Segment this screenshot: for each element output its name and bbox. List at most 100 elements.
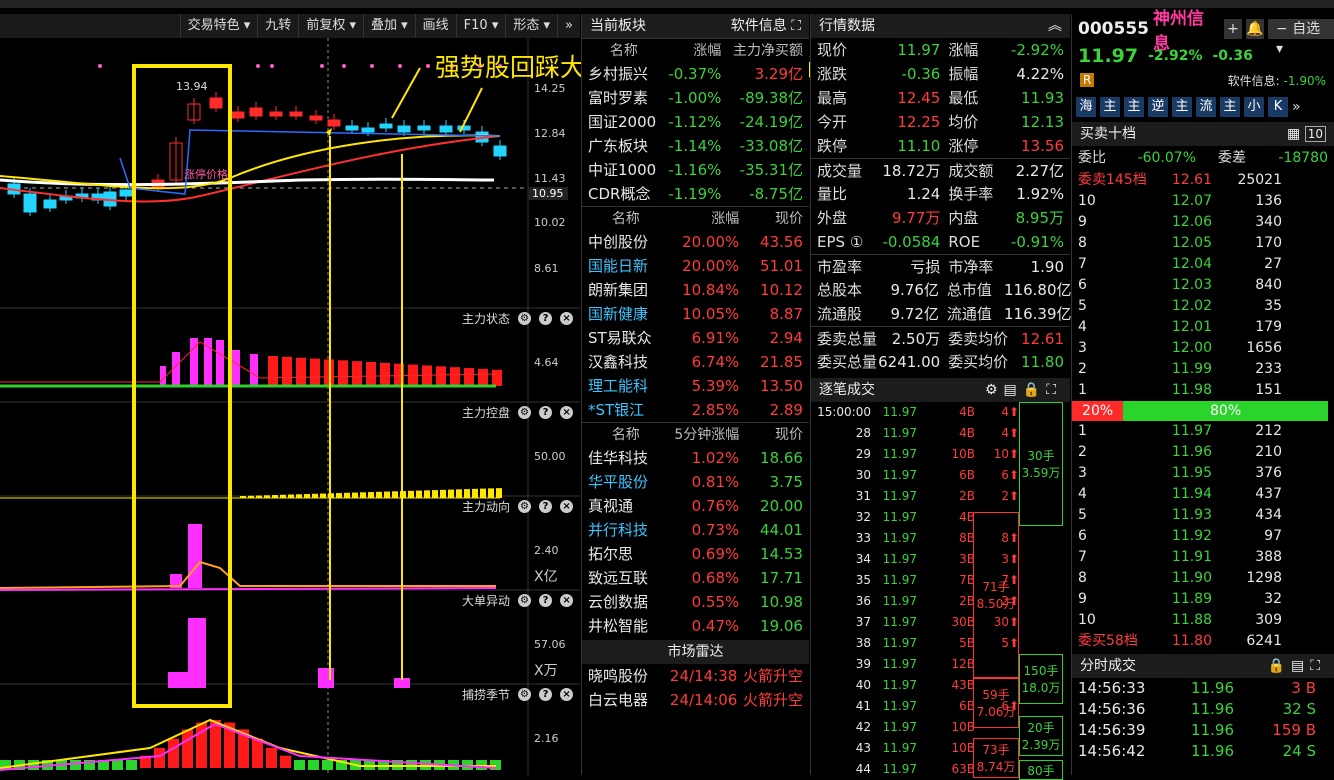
table-row[interactable]: 乡村振兴 -0.37% 3.29亿 (582, 62, 809, 86)
table-row[interactable]: 佳华科技 1.02% 18.66 (582, 446, 809, 470)
list-icon[interactable]: ▤ (1291, 658, 1310, 674)
table-row[interactable]: ST易联众 6.91% 2.94 (582, 326, 809, 350)
book-level-row[interactable]: 1 11.97 212 (1072, 421, 1334, 442)
book-level-row[interactable]: 5 11.93 434 (1072, 505, 1334, 526)
more-icon[interactable]: » (1292, 99, 1301, 115)
book-level-row[interactable]: 4 11.94 437 (1072, 484, 1334, 505)
expand-icon[interactable]: ⛶ (1046, 382, 1062, 398)
table-row[interactable]: 国证2000 -1.12% -24.19亿 (582, 110, 809, 134)
close-icon[interactable]: × (560, 688, 574, 701)
table-row[interactable]: 晓鸣股份 24/14:38 火箭升空 (582, 664, 809, 688)
table-row[interactable]: 致远互联 0.68% 17.71 (582, 566, 809, 590)
help-icon[interactable]: ? (539, 500, 553, 513)
toolbar-item[interactable]: 形态 ▾ (505, 14, 557, 38)
function-tab[interactable]: 主 (1172, 97, 1192, 117)
close-icon[interactable]: × (560, 500, 574, 513)
table-row[interactable]: *ST银江 2.85% 2.89 (582, 398, 809, 422)
function-tab[interactable]: 海 (1076, 97, 1096, 117)
table-row[interactable]: 井松智能 0.47% 19.06 (582, 614, 809, 638)
table-row[interactable]: 国新健康 10.05% 8.87 (582, 302, 809, 326)
kline-chart-area[interactable]: 13.94 涨停价格 (0, 8, 580, 775)
settings-icon[interactable]: ⚙ (518, 312, 532, 325)
function-tab[interactable]: 流 (1196, 97, 1216, 117)
book-level-row[interactable]: 10 12.07 136 (1072, 191, 1334, 212)
settings-icon[interactable]: ⚙ (518, 594, 532, 607)
watchlist-button[interactable]: − 自选 ▾ (1268, 19, 1334, 57)
book-level-row[interactable]: 7 11.91 388 (1072, 547, 1334, 568)
table-row[interactable]: 华平股份 0.81% 3.75 (582, 470, 809, 494)
toolbar-item[interactable]: » (557, 14, 580, 38)
book-level-row[interactable]: 2 11.99 233 (1072, 359, 1334, 380)
top-tab-strip[interactable] (0, 0, 1334, 8)
bell-icon[interactable]: 🔔 (1246, 19, 1264, 39)
function-tab[interactable]: 主 (1220, 97, 1240, 117)
table-row[interactable]: 朗新集团 10.84% 10.12 (582, 278, 809, 302)
expand-icon[interactable]: ⛶ (791, 18, 801, 34)
settings-icon[interactable]: ⚙ (518, 688, 532, 701)
market-radar-title: 市场雷达 (667, 644, 724, 660)
table-row[interactable]: 中证1000 -1.16% -35.31亿 (582, 158, 809, 182)
book-level-row[interactable]: 6 12.03 840 (1072, 275, 1334, 296)
book-level-row[interactable]: 8 11.90 1298 (1072, 568, 1334, 589)
book-summary-row[interactable]: 委买58档 11.80 6241 (1072, 631, 1334, 652)
book-level-row[interactable]: 8 12.05 170 (1072, 233, 1334, 254)
book-level-row[interactable]: 3 12.00 1656 (1072, 338, 1334, 359)
collapse-icon[interactable]: ︽ (1048, 14, 1062, 38)
settings-icon[interactable]: ⚙ (985, 382, 1004, 398)
expand-icon[interactable]: ⛶ (1310, 658, 1326, 674)
toolbar-item[interactable]: 叠加 ▾ (362, 14, 415, 38)
table-row[interactable]: 理工能科 5.39% 13.50 (582, 374, 809, 398)
table-row[interactable]: 白云电器 24/14:06 火箭升空 (582, 688, 809, 712)
book-level-row[interactable]: 6 11.92 97 (1072, 526, 1334, 547)
market-radar-list: 晓鸣股份 24/14:38 火箭升空 白云电器 24/14:06 火箭升空 (582, 664, 809, 712)
settings-icon[interactable]: ⚙ (518, 406, 532, 419)
close-icon[interactable]: × (560, 594, 574, 607)
book-level-row[interactable]: 10 11.88 309 (1072, 610, 1334, 631)
list-icon[interactable]: ▤ (1004, 382, 1023, 398)
book-level-row[interactable]: 4 12.01 179 (1072, 317, 1334, 338)
table-row[interactable]: 国能日新 20.00% 51.01 (582, 254, 809, 278)
function-tab[interactable]: 小 (1244, 97, 1264, 117)
grid-icon[interactable]: ▦ (1287, 126, 1300, 142)
lock-icon[interactable]: 🔒 (1268, 658, 1291, 674)
table-row[interactable]: 富时罗素 -1.00% -89.38亿 (582, 86, 809, 110)
toolbar-item[interactable]: F10 ▾ (455, 14, 506, 38)
add-icon[interactable]: + (1224, 19, 1243, 39)
table-row[interactable]: 中创股份 20.00% 43.56 (582, 230, 809, 254)
book-level-row[interactable]: 3 11.95 376 (1072, 463, 1334, 484)
toolbar-item[interactable]: 画线 (414, 14, 456, 38)
toolbar-item[interactable]: 九转 (257, 14, 298, 38)
book-level-row[interactable]: 9 11.89 32 (1072, 589, 1334, 610)
quote-title: 行情数据 (819, 18, 875, 34)
book-summary-row[interactable]: 委卖145档 12.61 25021 (1072, 170, 1334, 191)
level-icon[interactable]: 10 (1304, 126, 1326, 142)
help-icon[interactable]: ? (539, 312, 553, 325)
book-level-row[interactable]: 9 12.06 340 (1072, 212, 1334, 233)
table-row[interactable]: 并行科技 0.73% 44.01 (582, 518, 809, 542)
toolbar-item[interactable]: 前复权 ▾ (298, 14, 363, 38)
help-icon[interactable]: ? (539, 406, 553, 419)
function-tab[interactable]: 主 (1100, 97, 1120, 117)
lock-icon[interactable]: 🔒 (1023, 382, 1046, 398)
function-tab[interactable]: K (1268, 97, 1288, 117)
table-row[interactable]: CDR概念 -1.19% -8.75亿 (582, 182, 809, 206)
settings-icon[interactable]: ⚙ (518, 500, 532, 513)
book-level-row[interactable]: 2 11.96 210 (1072, 442, 1334, 463)
table-row[interactable]: 汉鑫科技 6.74% 21.85 (582, 350, 809, 374)
help-icon[interactable]: ? (539, 594, 553, 607)
book-level-row[interactable]: 5 12.02 35 (1072, 296, 1334, 317)
sector-subtitle[interactable]: 软件信息 (731, 18, 787, 34)
table-row[interactable]: 云创数据 0.55% 10.98 (582, 590, 809, 614)
close-icon[interactable]: × (560, 406, 574, 419)
book-level-row[interactable]: 7 12.04 27 (1072, 254, 1334, 275)
function-tab[interactable]: 主 (1124, 97, 1144, 117)
help-icon[interactable]: ? (539, 688, 553, 701)
cell: 0.73% (691, 521, 740, 539)
table-row[interactable]: 拓尔思 0.69% 14.53 (582, 542, 809, 566)
table-row[interactable]: 真视通 0.76% 20.00 (582, 494, 809, 518)
toolbar-item[interactable]: 交易特色 ▾ (179, 14, 258, 38)
book-level-row[interactable]: 1 11.98 151 (1072, 380, 1334, 401)
function-tab[interactable]: 逆 (1148, 97, 1168, 117)
close-icon[interactable]: × (560, 312, 574, 325)
table-row[interactable]: 广东板块 -1.14% -33.08亿 (582, 134, 809, 158)
